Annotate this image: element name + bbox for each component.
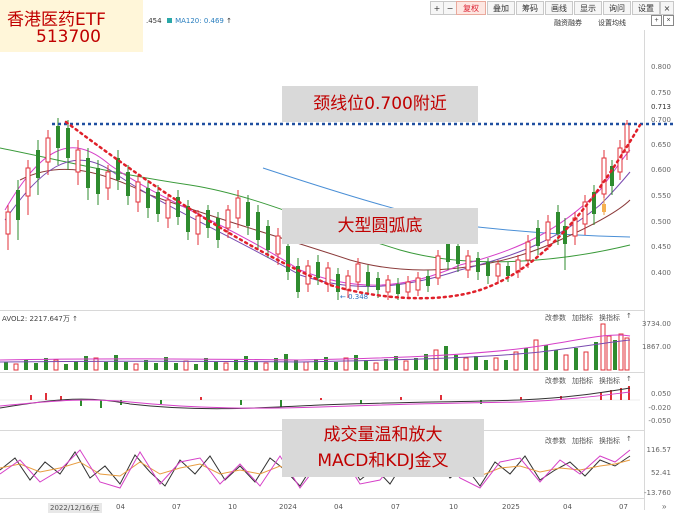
volume-tick: 1867.00	[642, 343, 671, 351]
x-tick: 07	[619, 503, 628, 511]
volume-toggle-icon[interactable]: ↑	[626, 312, 632, 320]
x-tick: 07	[391, 503, 400, 511]
volume-tick: 3734.00	[642, 320, 671, 328]
x-tick: 2024	[279, 503, 297, 511]
volume-label: AVOL2: 2217.647万 ↑	[2, 315, 78, 323]
x-tick: 04	[563, 503, 572, 511]
macd-add-indicator[interactable]: 加指标	[572, 376, 593, 386]
kdj-switch-indicator[interactable]: 换指标	[599, 436, 620, 446]
kdj-tick: -13.760	[643, 489, 671, 497]
x-tick: 10	[228, 503, 237, 511]
macd-change-params[interactable]: 改参数	[545, 376, 566, 386]
macd-dif	[0, 387, 631, 410]
volume-change-params[interactable]: 改参数	[545, 313, 566, 323]
signal-line-2: MACD和KDJ金叉	[317, 451, 449, 471]
expand-right-icon[interactable]: »	[662, 502, 666, 511]
x-tick: 2022/12/16/五	[48, 503, 102, 513]
kdj-change-params[interactable]: 改参数	[545, 436, 566, 446]
volume-switch-indicator[interactable]: 换指标	[599, 313, 620, 323]
x-tick: 10	[449, 503, 458, 511]
x-tick: 07	[172, 503, 181, 511]
macd-switch-indicator[interactable]: 换指标	[599, 376, 620, 386]
macd-tick: -0.020	[648, 404, 671, 412]
pattern-annotation: 大型圆弧底	[282, 208, 478, 244]
volume-add-indicator[interactable]: 加指标	[572, 313, 593, 323]
macd-tick: -0.050	[648, 417, 671, 425]
neckline-annotation: 颈线位0.700附近	[282, 86, 478, 122]
kdj-toggle-icon[interactable]: ↑	[626, 435, 632, 443]
x-tick: 04	[334, 503, 343, 511]
kdj-add-indicator[interactable]: 加指标	[572, 436, 593, 446]
kdj-tick: 52.41	[650, 469, 671, 477]
low-price-marker: ← 0.348	[340, 293, 369, 301]
kdj-tick: 116.57	[646, 446, 672, 454]
signal-annotation: 成交量温和放大 MACD和KDJ金叉	[282, 419, 484, 477]
macd-toggle-icon[interactable]: ↑	[626, 375, 632, 383]
macd-tick: 0.050	[650, 390, 671, 398]
signal-line-1: 成交量温和放大	[323, 425, 443, 445]
x-tick: 04	[116, 503, 125, 511]
x-tick: 2025	[502, 503, 520, 511]
